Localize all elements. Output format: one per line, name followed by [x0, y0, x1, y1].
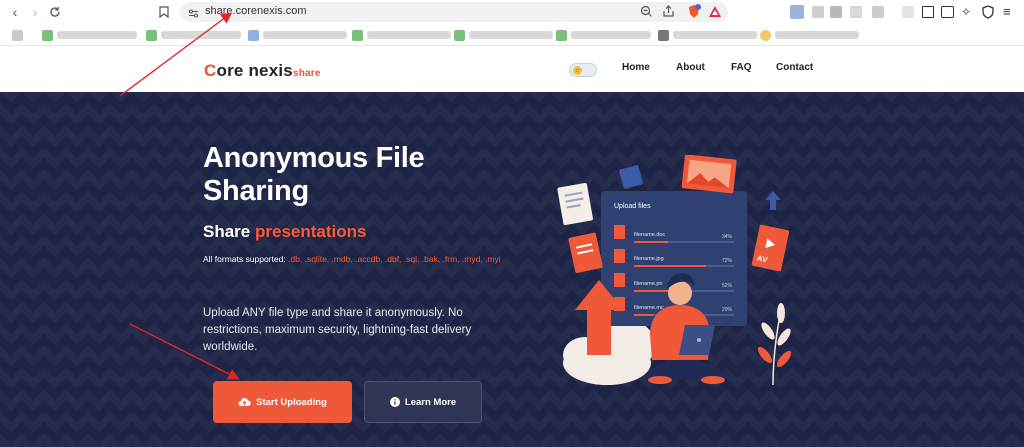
hero-section — [0, 92, 1024, 447]
file-progress: 20% — [722, 307, 733, 313]
nav-contact[interactable]: Contact — [776, 62, 813, 73]
bookmark-item[interactable] — [248, 29, 347, 41]
bookmark-item[interactable] — [12, 29, 23, 41]
logo-text: ore nexis — [216, 61, 293, 80]
file-name: filename.doc — [634, 232, 665, 238]
progress-fill — [634, 314, 654, 316]
progress-fill — [634, 265, 706, 267]
image-card-icon — [681, 155, 737, 194]
start-uploading-button[interactable]: Start Uploading — [213, 381, 352, 423]
video-file-icon: AV — [751, 224, 790, 272]
extension-icon[interactable] — [830, 6, 842, 18]
bookmark-item[interactable] — [42, 29, 137, 41]
share-icon[interactable] — [662, 5, 675, 23]
leo-ai-icon[interactable]: ✧ — [961, 5, 971, 19]
cloud-upload-icon — [238, 397, 251, 406]
document-icon — [619, 165, 643, 189]
file-progress: 34% — [722, 234, 733, 240]
file-sharing-illustration: Upload files filename.doc 34% filename.j… — [557, 155, 792, 386]
extension-icon[interactable] — [872, 6, 884, 18]
learn-more-button[interactable]: Learn More — [364, 381, 482, 423]
subtitle-prefix: Share — [203, 222, 255, 241]
site-header — [0, 46, 1024, 92]
file-progress: 72% — [722, 258, 733, 264]
info-icon — [389, 397, 400, 407]
formats-label: All formats supported: — [203, 254, 289, 264]
bookmark-item[interactable] — [658, 29, 757, 41]
subtitle-highlight: presentations — [254, 222, 367, 241]
bookmark-item[interactable] — [352, 29, 451, 41]
nav-about[interactable]: About — [676, 62, 705, 73]
nav-home[interactable]: Home — [622, 62, 650, 73]
formats-list: .db, .sqlite, .mdb, .accdb, .dbf, .sql, … — [288, 254, 501, 264]
document-card-icon — [557, 182, 593, 225]
sidebar-icon[interactable] — [922, 6, 934, 18]
site-logo[interactable]: Core nexisshare — [204, 61, 321, 81]
extension-icon[interactable] — [902, 6, 914, 18]
nav-faq[interactable]: FAQ — [731, 62, 752, 73]
brave-shield-icon[interactable] — [687, 4, 701, 24]
plant-decoration — [757, 303, 792, 386]
start-uploading-label: Start Uploading — [256, 396, 327, 408]
site-info-icon[interactable] — [188, 6, 199, 24]
bookmark-item[interactable] — [760, 29, 859, 41]
bookmarks-bar — [0, 24, 1024, 46]
bookmark-item[interactable] — [556, 29, 651, 41]
menu-icon[interactable]: ≡ — [1003, 5, 1011, 19]
back-icon[interactable]: ‹ — [6, 3, 24, 21]
address-bar[interactable]: share.corenexis.com — [180, 2, 728, 22]
url-text: share.corenexis.com — [205, 5, 307, 17]
vpn-icon[interactable] — [982, 5, 994, 24]
forward-icon[interactable]: › — [26, 3, 44, 21]
supported-formats: All formats supported: .db, .sqlite, .md… — [203, 253, 503, 266]
bookmark-item[interactable] — [454, 29, 553, 41]
bookmark-icon[interactable] — [155, 3, 173, 21]
theme-toggle[interactable]: ☼ — [569, 63, 597, 77]
file-card-icon — [568, 232, 603, 273]
bookmark-item[interactable] — [146, 29, 241, 41]
learn-more-label: Learn More — [404, 396, 457, 408]
upload-arrow-small-icon — [765, 191, 781, 210]
file-progress: 52% — [722, 283, 733, 289]
panel-title: Upload files — [614, 203, 651, 210]
rewards-icon[interactable] — [708, 5, 722, 23]
file-name: filename.pn — [634, 281, 662, 287]
file-name: filename.jpg — [634, 256, 664, 262]
extension-icon[interactable] — [790, 5, 804, 19]
zoom-icon[interactable] — [640, 5, 653, 23]
logo-initial: C — [204, 61, 217, 80]
wallet-icon[interactable] — [941, 6, 954, 18]
hero-title: Anonymous File Sharing — [203, 142, 425, 207]
browser-toolbar: ‹ › share.corenexis.com ✧ ≡ — [0, 0, 1024, 24]
progress-fill — [634, 241, 668, 243]
hero-description: Upload ANY file type and share it anonym… — [203, 307, 472, 353]
reload-icon[interactable] — [46, 3, 64, 21]
hero-subtitle: Share presentations — [203, 222, 366, 242]
sun-icon: ☼ — [573, 66, 582, 75]
file-name: filename.mc — [634, 305, 664, 311]
extension-icon[interactable] — [812, 6, 824, 18]
logo-suffix: share — [292, 68, 321, 79]
extension-icon[interactable] — [850, 6, 862, 18]
